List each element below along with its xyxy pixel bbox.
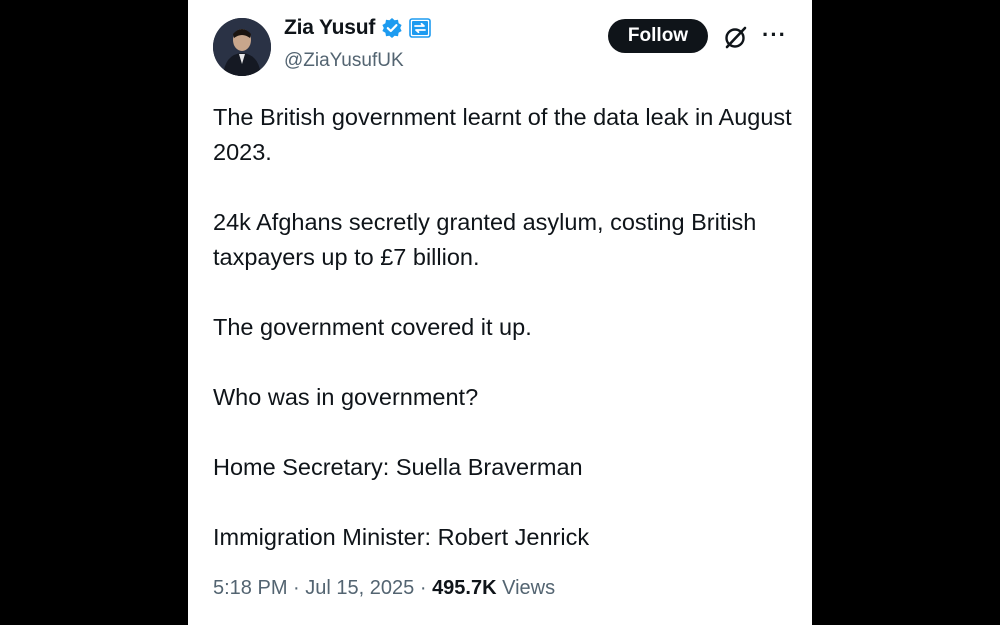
tweet-paragraph: The British government learnt of the dat… [213,104,792,165]
meta-separator: · [419,577,427,599]
author-handle[interactable]: @ZiaYusufUK [284,50,404,72]
tweet-paragraph: 24k Afghans secretly granted asylum, cos… [213,209,757,270]
tweet-paragraph: Who was in government? [213,384,479,410]
tweet-paragraph: The government covered it up. [213,314,532,340]
display-name[interactable]: Zia Yusuf [284,16,375,40]
tweet-paragraph: Immigration Minister: Robert Jenrick [213,524,590,550]
tweet-date[interactable]: Jul 15, 2025 [305,577,414,599]
avatar[interactable] [213,18,271,76]
tweet-card: Zia Yusuf @ZiaYusufUK Follow ··· The Bri… [188,0,812,625]
tweet-meta: 5:18 PM · Jul 15, 2025 · 495.7K Views [213,577,555,600]
tweet-time[interactable]: 5:18 PM [213,577,287,599]
verified-badge-icon [381,17,403,39]
follow-button[interactable]: Follow [608,19,708,53]
tweet-paragraph: Home Secretary: Suella Braverman [213,454,583,480]
affiliate-badge-icon[interactable] [409,18,431,38]
author-name-row: Zia Yusuf [284,16,431,40]
meta-separator: · [293,577,300,599]
tweet-text: The British government learnt of the dat… [213,100,793,555]
more-icon[interactable]: ··· [762,22,787,48]
grok-icon[interactable] [723,24,749,55]
views-count: 495.7K [432,577,497,599]
views-label: Views [502,577,556,599]
